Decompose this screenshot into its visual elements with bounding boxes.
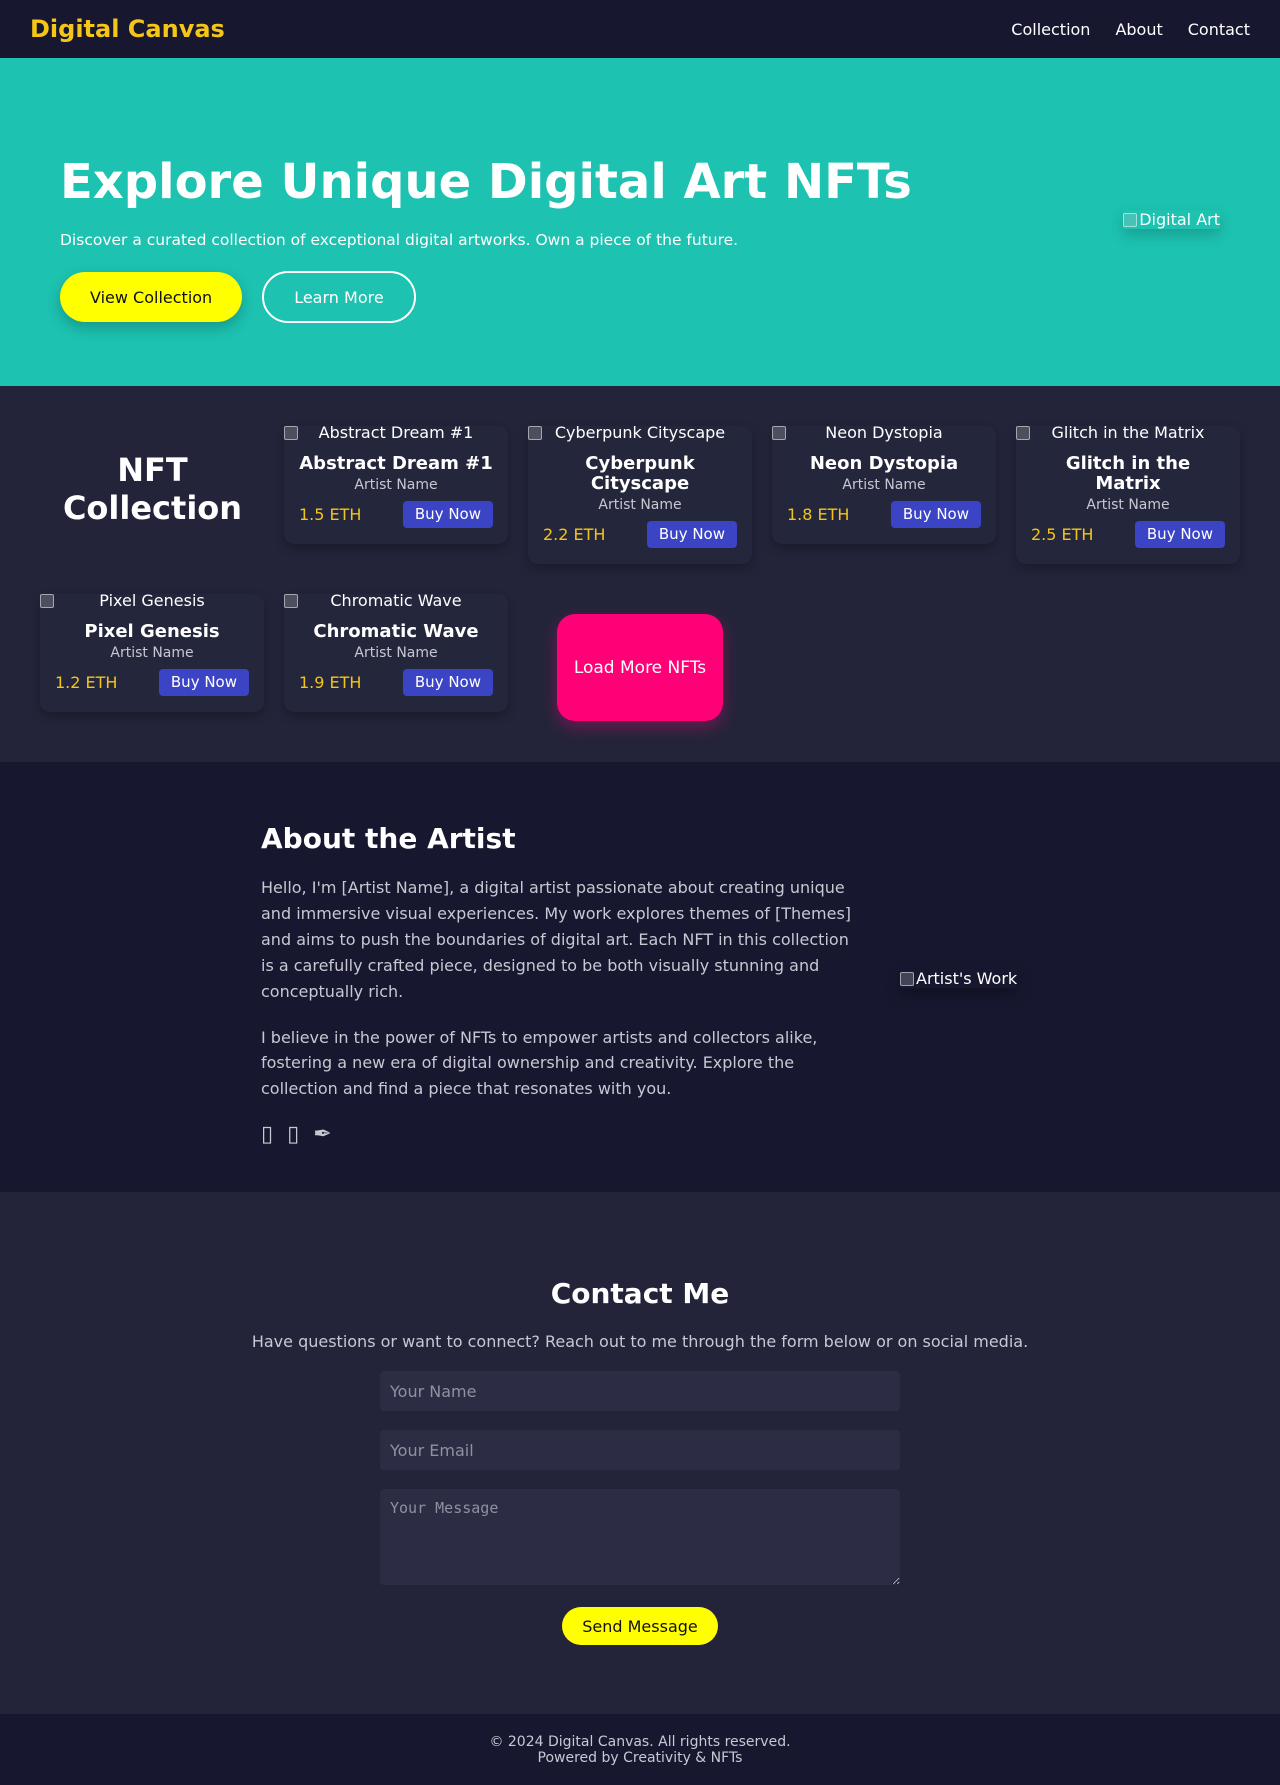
send-message-button[interactable]: Send Message <box>562 1607 718 1645</box>
nft-image-alt: Cyberpunk Cityscape <box>554 422 726 442</box>
nft-footer: 1.2 ETH Buy Now <box>55 668 249 696</box>
nft-image-alt: Pixel Genesis <box>99 590 205 610</box>
about-title: About the Artist <box>261 822 516 855</box>
nft-image-alt: Glitch in the Matrix <box>1051 422 1205 442</box>
nft-card: Chromatic Wave Chromatic Wave Artist Nam… <box>284 591 508 712</box>
broken-image-icon <box>772 426 786 440</box>
buy-now-button[interactable]: Buy Now <box>402 500 493 528</box>
broken-image-icon <box>284 426 298 440</box>
nav-link-about[interactable]: About <box>1115 20 1162 39</box>
nft-image-alt: Neon Dystopia <box>825 422 943 442</box>
nft-price: 2.5 ETH <box>1031 524 1094 544</box>
hero-subtitle: Discover a curated collection of excepti… <box>60 231 739 249</box>
nav-link-collection[interactable]: Collection <box>1011 20 1090 39</box>
about-paragraph: Hello, I'm [Artist Name], a digital arti… <box>261 878 852 1001</box>
broken-image-icon <box>40 594 54 608</box>
broken-image-icon <box>900 971 914 986</box>
name-field[interactable] <box>380 1371 900 1411</box>
collection-title: NFT Collection <box>62 451 243 528</box>
artist-work-image: Artist's Work <box>900 969 1017 988</box>
nft-title: Cyberpunk Cityscape <box>585 453 695 494</box>
buy-now-button[interactable]: Buy Now <box>402 668 493 696</box>
nft-price: 1.2 ETH <box>55 672 118 692</box>
broken-image-icon <box>1016 426 1030 440</box>
collection-section: NFT Collection Abstract Dream #1 Abstrac… <box>0 386 1280 762</box>
nft-card: Cyberpunk Cityscape Cyberpunk Cityscape … <box>528 423 752 564</box>
nft-image: Abstract Dream #1 <box>284 422 508 442</box>
powered-by-text: Powered by Creativity & NFTs <box>537 1750 743 1767</box>
hero-title: Explore Unique Digital Art NFTs <box>60 154 912 210</box>
top-navbar: Digital Canvas Collection About Contact <box>0 0 1280 58</box>
nft-card: Neon Dystopia Neon Dystopia Artist Name … <box>772 423 996 544</box>
nft-artist: Artist Name <box>1086 496 1170 513</box>
email-field[interactable] <box>380 1430 900 1470</box>
nft-footer: 2.2 ETH Buy Now <box>543 520 737 548</box>
view-collection-button[interactable]: View Collection <box>60 272 243 322</box>
nft-image: Neon Dystopia <box>772 422 996 442</box>
nft-artist: Artist Name <box>110 644 194 661</box>
nft-image-alt: Chromatic Wave <box>330 590 462 610</box>
about-section: About the Artist Hello, I'm [Artist Name… <box>0 762 1280 1192</box>
nft-image: Chromatic Wave <box>284 590 508 610</box>
load-more-button[interactable]: Load More NFTs <box>557 614 723 721</box>
twitter-icon[interactable]: ▯ <box>261 1122 273 1147</box>
nft-title: Chromatic Wave <box>313 621 479 642</box>
nft-footer: 1.8 ETH Buy Now <box>787 500 981 528</box>
nft-footer: 2.5 ETH Buy Now <box>1031 520 1225 548</box>
broken-image-icon <box>284 594 298 608</box>
nft-price: 1.8 ETH <box>787 504 850 524</box>
contact-subtitle: Have questions or want to connect? Reach… <box>251 1332 1029 1351</box>
nft-title: Pixel Genesis <box>84 621 220 642</box>
contact-section: Contact Me Have questions or want to con… <box>0 1192 1280 1714</box>
nft-artist: Artist Name <box>598 496 682 513</box>
nft-image: Cyberpunk Cityscape <box>528 422 752 442</box>
learn-more-button[interactable]: Learn More <box>262 271 416 323</box>
footer: © 2024 Digital Canvas. All rights reserv… <box>0 1714 1280 1785</box>
hero-image: Digital Art <box>1123 210 1220 229</box>
contact-title: Contact Me <box>550 1277 730 1310</box>
buy-now-button[interactable]: Buy Now <box>646 520 737 548</box>
about-paragraph: I believe in the power of NFTs to empowe… <box>261 1027 818 1099</box>
hero-image-alt: Digital Art <box>1139 210 1220 229</box>
nft-artist: Artist Name <box>354 644 438 661</box>
buy-now-button[interactable]: Buy Now <box>890 500 981 528</box>
buy-now-button[interactable]: Buy Now <box>1134 520 1225 548</box>
nft-title: Glitch in the Matrix <box>1065 453 1191 494</box>
buy-now-button[interactable]: Buy Now <box>158 668 249 696</box>
nft-price: 1.9 ETH <box>299 672 362 692</box>
nft-card: Abstract Dream #1 Abstract Dream #1 Arti… <box>284 423 508 544</box>
hero-buttons: View Collection Learn More <box>60 271 1220 323</box>
broken-image-icon <box>528 426 542 440</box>
broken-image-icon <box>1123 212 1138 227</box>
hero-section: Explore Unique Digital Art NFTs Discover… <box>0 58 1280 386</box>
instagram-icon[interactable]: ▯ <box>287 1122 299 1147</box>
nft-footer: 1.9 ETH Buy Now <box>299 668 493 696</box>
nav-link-contact[interactable]: Contact <box>1188 20 1250 39</box>
nft-price: 2.2 ETH <box>543 524 606 544</box>
social-links: ▯ ▯ ✒ <box>261 1122 861 1147</box>
nft-artist: Artist Name <box>354 476 438 493</box>
about-text: About the Artist Hello, I'm [Artist Name… <box>261 822 861 1147</box>
nft-image: Pixel Genesis <box>40 590 264 610</box>
copyright-text: © 2024 Digital Canvas. All rights reserv… <box>489 1734 791 1750</box>
pen-icon[interactable]: ✒ <box>313 1122 331 1147</box>
message-field[interactable] <box>380 1489 900 1585</box>
nft-title: Abstract Dream #1 <box>299 453 493 474</box>
brand-logo[interactable]: Digital Canvas <box>30 15 225 43</box>
artist-work-alt: Artist's Work <box>916 969 1018 988</box>
contact-form: Send Message <box>380 1371 900 1645</box>
nft-image: Glitch in the Matrix <box>1016 422 1240 442</box>
nft-card: Glitch in the Matrix Glitch in the Matri… <box>1016 423 1240 564</box>
nft-image-alt: Abstract Dream #1 <box>318 422 474 442</box>
nav-links: Collection About Contact <box>1011 20 1250 39</box>
nft-footer: 1.5 ETH Buy Now <box>299 500 493 528</box>
nft-price: 1.5 ETH <box>299 504 362 524</box>
nft-title: Neon Dystopia <box>809 453 959 474</box>
nft-card: Pixel Genesis Pixel Genesis Artist Name … <box>40 591 264 712</box>
nft-artist: Artist Name <box>842 476 926 493</box>
